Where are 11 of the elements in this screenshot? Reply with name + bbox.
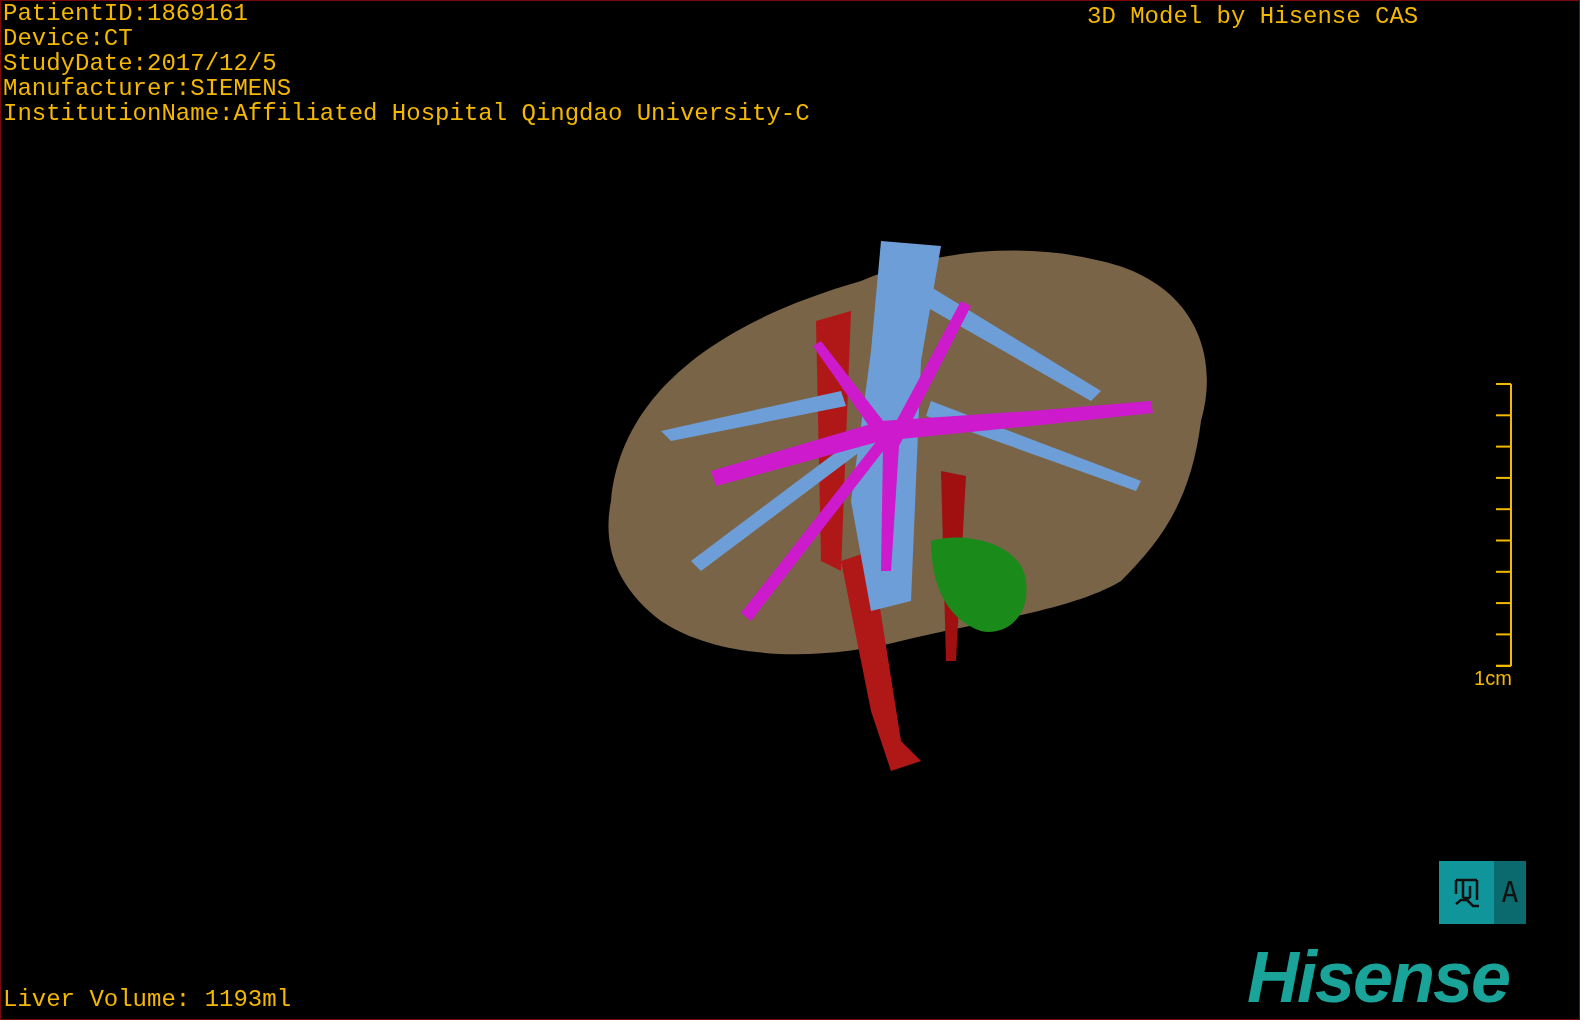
patient-info-text: StudyDate:2017/12/5 [3, 51, 278, 76]
model-credit-text: 3D Model by Hisense CAS [1087, 2, 1419, 32]
patient-info-text: Manufacturer:SIEMENS [3, 76, 293, 101]
patient-info-text: PatientID:1869161 [3, 1, 249, 26]
patient-info-text: Device:CT [3, 26, 134, 51]
orientation-label: A [1494, 861, 1526, 924]
patient-info-text: InstitutionName:Affiliated Hospital Qingdao University-C [3, 101, 810, 126]
liver-volume-text: Liver Volume: 1193ml [3, 985, 292, 1015]
scale-bar-label: 1cm [1474, 667, 1512, 689]
scale-bar-icon [1493, 383, 1513, 667]
hisense-logo: Hisense [1247, 939, 1510, 1015]
